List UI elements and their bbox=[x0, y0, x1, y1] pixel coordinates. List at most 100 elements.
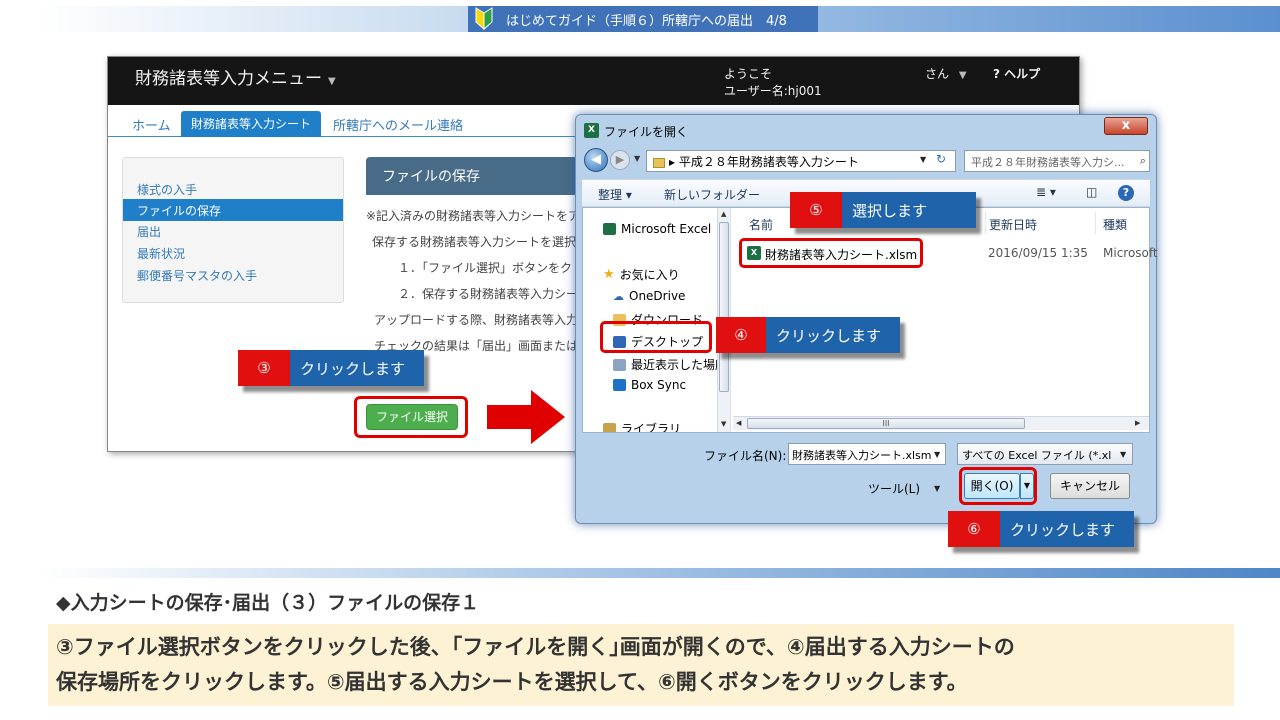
callout-step-3: ③ クリックします bbox=[238, 350, 424, 386]
view-options-icon[interactable]: ≣ ▾ bbox=[1036, 185, 1056, 199]
sidebar-item-status[interactable]: 最新状況 bbox=[123, 242, 343, 264]
column-header-modified[interactable]: 更新日時 bbox=[989, 216, 1037, 233]
chevron-down-icon: ▼ bbox=[958, 70, 967, 81]
nav-item-onedrive[interactable]: ☁ OneDrive bbox=[613, 289, 685, 303]
column-separator[interactable] bbox=[1095, 212, 1096, 234]
highlight-frame bbox=[600, 321, 712, 353]
section-divider bbox=[40, 568, 1280, 578]
section-heading: ◆入力シートの保存･届出（３）ファイルの保存１ bbox=[56, 592, 480, 614]
description-box: ③ファイル選択ボタンをクリックした後、｢ファイルを開く｣画面が開くので、④届出す… bbox=[48, 624, 1234, 706]
nav-item-box-sync[interactable]: Box Sync bbox=[613, 378, 686, 392]
help-icon[interactable]: ? bbox=[1118, 185, 1134, 201]
file-type: Microsoft bbox=[1103, 246, 1158, 260]
tab-input-sheet[interactable]: 財務諸表等入力シート bbox=[181, 111, 322, 137]
dialog-title: ファイルを開く bbox=[604, 125, 689, 139]
address-text: 平成２８年財務諸表等入力シート bbox=[678, 155, 859, 169]
column-separator[interactable] bbox=[985, 212, 986, 234]
sidebar-item-get-form[interactable]: 様式の入手 bbox=[123, 178, 343, 200]
nav-item-favorites[interactable]: ★ お気に入り bbox=[603, 266, 680, 283]
folder-icon bbox=[653, 157, 665, 168]
horizontal-scrollbar[interactable]: ◀ III ▶ bbox=[733, 416, 1149, 430]
close-button[interactable]: x bbox=[1104, 117, 1148, 135]
callout-number: ⑤ bbox=[790, 192, 842, 228]
tab-home[interactable]: ホーム bbox=[132, 115, 171, 134]
sidebar-item-submit[interactable]: 届出 bbox=[123, 220, 343, 242]
nav-item-label: Box Sync bbox=[631, 378, 687, 392]
cloud-icon: ☁ bbox=[613, 289, 624, 303]
nav-item-label: 最近表示した場所 bbox=[631, 358, 728, 372]
open-dropdown-icon[interactable]: ▼ bbox=[1020, 473, 1034, 499]
nav-item-recent[interactable]: 最近表示した場所 bbox=[613, 356, 727, 373]
file-type-select[interactable]: すべての Excel ファイル (*.xl bbox=[957, 443, 1133, 465]
callout-label: クリックします bbox=[290, 350, 424, 386]
scroll-thumb[interactable]: III bbox=[747, 418, 1025, 429]
guide-title: はじめてガイド（手順６）所轄庁への届出 4/8 bbox=[506, 14, 787, 29]
chevron-down-icon[interactable]: ▼ bbox=[1120, 450, 1126, 459]
callout-step-4: ④ クリックします bbox=[716, 317, 900, 353]
forward-button[interactable]: ▶ bbox=[610, 150, 630, 170]
nav-item-excel[interactable]: Microsoft Excel bbox=[603, 222, 711, 236]
help-link[interactable]: ? ヘルプ bbox=[993, 65, 1040, 82]
scroll-thumb[interactable] bbox=[719, 222, 729, 392]
body-text: ２．保存する財務諸表等入力シー bbox=[398, 287, 579, 301]
scroll-left-icon[interactable]: ◀ bbox=[736, 419, 741, 427]
scroll-down-icon[interactable]: ▼ bbox=[721, 420, 726, 428]
user-menu[interactable]: さん ▼ bbox=[925, 65, 967, 82]
body-text: 保存する財務諸表等入力シートを選択 bbox=[372, 235, 577, 249]
chevron-down-icon[interactable]: ▼ bbox=[934, 450, 940, 459]
nav-item-label: お気に入り bbox=[619, 268, 680, 282]
body-text: ※記入済みの財務諸表等入力シートをア bbox=[366, 209, 581, 223]
callout-step-5: ⑤ 選択します bbox=[790, 192, 976, 228]
user-suffix: さん bbox=[925, 67, 950, 81]
back-button[interactable]: ◀ bbox=[584, 148, 608, 172]
scroll-right-icon[interactable]: ▶ bbox=[1135, 419, 1140, 427]
nav-item-label: Microsoft Excel bbox=[621, 222, 712, 236]
description-line: ③ファイル選択ボタンをクリックした後、｢ファイルを開く｣画面が開くので、④届出す… bbox=[56, 635, 1015, 659]
chevron-down-icon: ▼ bbox=[328, 76, 336, 87]
excel-icon bbox=[603, 223, 616, 235]
file-select-button[interactable]: ファイル選択 bbox=[366, 404, 458, 430]
file-modified: 2016/09/15 1:35 bbox=[988, 246, 1088, 260]
nav-item-library[interactable]: ライブラリ bbox=[603, 420, 681, 432]
scroll-up-icon[interactable]: ▲ bbox=[721, 210, 726, 218]
nav-item-label: OneDrive bbox=[629, 289, 686, 303]
star-icon: ★ bbox=[603, 267, 615, 282]
sidebar-item-postal-master[interactable]: 郵便番号マスタの入手 bbox=[123, 264, 343, 286]
filename-label: ファイル名(N): bbox=[704, 449, 787, 463]
new-folder-button[interactable]: 新しいフォルダー bbox=[664, 186, 760, 203]
history-dropdown-icon[interactable]: ▼ bbox=[634, 154, 640, 163]
body-text: アップロードする際、財務諸表等入力 bbox=[374, 313, 579, 327]
app-menu-title[interactable]: 財務諸表等入力メニュー ▼ bbox=[135, 64, 336, 89]
organize-button[interactable]: 整理 ▾ bbox=[598, 186, 632, 203]
app-header: 財務諸表等入力メニュー ▼ ようこそ ユーザー名:hj001 さん ▼ ? ヘルプ bbox=[108, 57, 1079, 105]
description-line: 保存場所をクリックします。⑤届出する入力シートを選択して、⑥開くボタンをクリック… bbox=[56, 670, 968, 694]
preview-pane-icon[interactable]: ◫ bbox=[1086, 185, 1097, 199]
excel-icon: X bbox=[584, 123, 599, 138]
callout-label: クリックします bbox=[766, 317, 900, 353]
refresh-icon[interactable]: ↻ bbox=[936, 152, 946, 166]
cancel-button[interactable]: キャンセル bbox=[1050, 473, 1130, 499]
sidebar-item-save-file[interactable]: ファイルの保存 bbox=[123, 199, 343, 221]
sidebar: 様式の入手 ファイルの保存 届出 最新状況 郵便番号マスタの入手 bbox=[122, 157, 344, 303]
username-text: ユーザー名:hj001 bbox=[724, 84, 822, 98]
tools-button[interactable]: ツール(L) bbox=[868, 480, 920, 497]
search-placeholder: 平成２８年財務諸表等入力シ... bbox=[971, 156, 1125, 169]
open-button[interactable]: 開く(O) bbox=[964, 473, 1020, 499]
nav-item-label: ライブラリ bbox=[621, 422, 682, 432]
callout-number: ④ bbox=[716, 317, 766, 353]
callout-step-6: ⑥ クリックします bbox=[948, 511, 1134, 547]
address-dropdown-icon[interactable]: ▼ bbox=[920, 155, 926, 164]
search-input[interactable]: 平成２８年財務諸表等入力シ... ⌕ bbox=[964, 150, 1150, 172]
address-bar[interactable]: ▸ 平成２８年財務諸表等入力シート bbox=[646, 150, 956, 172]
body-text: １．「ファイル選択」ボタンをク bbox=[398, 261, 573, 275]
app-title-text: 財務諸表等入力メニュー bbox=[135, 69, 322, 89]
filename-input[interactable]: 財務諸表等入力シート.xlsm bbox=[788, 443, 946, 465]
callout-number: ⑥ bbox=[948, 511, 1000, 547]
search-icon: ⌕ bbox=[1139, 154, 1146, 167]
column-header-name[interactable]: 名前 bbox=[749, 216, 773, 233]
welcome-text: ようこそ bbox=[724, 67, 773, 81]
tab-mail[interactable]: 所轄庁へのメール連絡 bbox=[333, 115, 463, 134]
column-header-type[interactable]: 種類 bbox=[1103, 216, 1127, 233]
chevron-down-icon[interactable]: ▼ bbox=[934, 484, 940, 493]
beginner-mark-icon bbox=[475, 7, 493, 31]
